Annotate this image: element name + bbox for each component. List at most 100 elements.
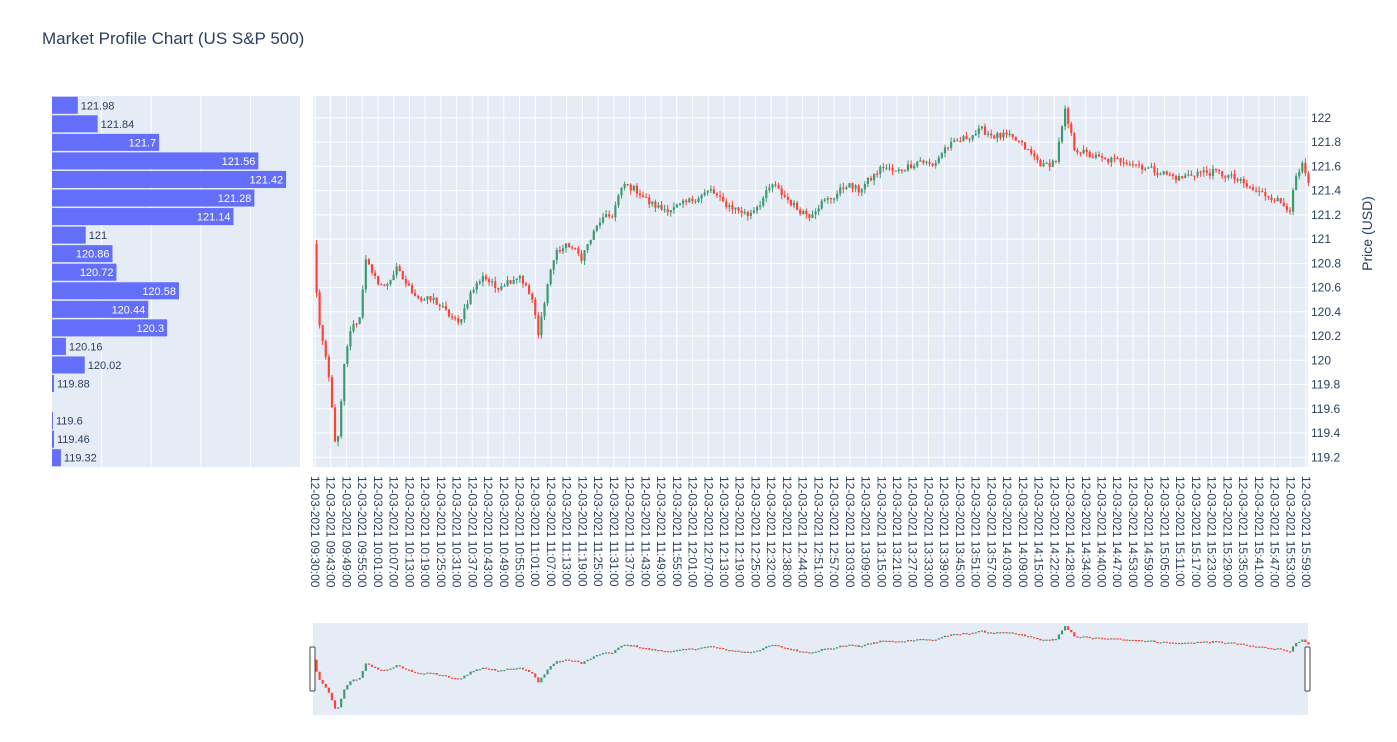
candle-body <box>937 157 940 163</box>
candle-body <box>1279 198 1282 203</box>
candle-body <box>638 193 642 196</box>
x-tick-label: 12-03-2021 12:51:00 <box>811 476 825 588</box>
candle-body <box>675 204 679 208</box>
candle-body <box>1168 174 1171 176</box>
candle-body <box>777 185 780 189</box>
candle-body <box>839 187 842 194</box>
range-mini-candle <box>762 648 765 651</box>
range-mini-candle <box>561 660 565 662</box>
x-tick-label: 12-03-2021 13:09:00 <box>859 476 873 588</box>
y-tick-label: 121.6 <box>1311 159 1341 173</box>
candle-body <box>851 183 854 189</box>
candle-body <box>1150 166 1153 168</box>
candle-body <box>1128 164 1131 166</box>
range-mini-candle <box>589 658 592 660</box>
candle-body <box>743 211 746 214</box>
candle-body <box>343 363 346 402</box>
range-mini-candle <box>903 641 906 643</box>
candle-body <box>996 133 999 139</box>
profile-bar <box>52 375 54 393</box>
range-mini-candle <box>1088 636 1091 639</box>
range-mini-candle <box>635 645 638 648</box>
candle-body <box>1054 160 1057 162</box>
profile-bar-label: 119.46 <box>57 434 90 446</box>
range-mini-candle <box>1051 639 1054 641</box>
x-tick-label: 12-03-2021 15:53:00 <box>1283 476 1297 588</box>
range-mini-candle <box>327 687 330 693</box>
range-mini-candle <box>395 665 398 668</box>
y-tick-label: 119.4 <box>1311 426 1340 440</box>
candle <box>315 239 318 298</box>
range-mini-candle <box>595 655 598 657</box>
range-mini-candle <box>805 651 808 653</box>
candle-body <box>648 197 651 205</box>
x-tick-label: 12-03-2021 13:03:00 <box>843 476 857 588</box>
candle-body <box>1248 186 1252 188</box>
candle-body <box>913 165 916 169</box>
range-mini-candle <box>401 666 404 669</box>
range-slider[interactable] <box>309 623 1311 715</box>
range-mini-candle <box>1156 642 1159 644</box>
profile-bar-label: 121.14 <box>197 212 231 224</box>
candle-body <box>842 187 845 189</box>
candle-body <box>503 285 506 287</box>
candle-body <box>568 243 571 248</box>
candle-body <box>552 260 555 270</box>
candle-body <box>940 153 943 158</box>
candle-body <box>1144 168 1147 170</box>
candle-body <box>943 147 947 154</box>
range-mini-candle <box>383 669 386 672</box>
x-tick-label: 12-03-2021 11:31:00 <box>607 476 621 587</box>
range-mini-candle <box>324 683 327 688</box>
candle-body <box>1159 174 1162 176</box>
range-mini-candle <box>549 666 552 670</box>
candle-body <box>361 289 364 318</box>
range-mini-candle <box>1245 644 1248 646</box>
range-mini-candle <box>564 659 568 661</box>
candle-body <box>752 210 756 213</box>
candle-body <box>620 187 623 196</box>
range-mini-candle <box>1107 638 1110 640</box>
y-tick-label: 119.2 <box>1311 450 1340 464</box>
profile-bar-label: 121.56 <box>222 156 256 168</box>
x-tick-label: 12-03-2021 12:44:00 <box>796 476 810 588</box>
candle-body <box>574 248 577 250</box>
range-handle-left[interactable] <box>309 646 316 692</box>
candle-body <box>447 309 451 317</box>
range-mini-candle <box>1036 637 1039 640</box>
range-mini-candle <box>666 651 669 653</box>
range-mini-candle <box>1057 634 1061 640</box>
range-mini-candle <box>783 647 786 649</box>
candle-body <box>410 285 414 293</box>
range-handle-right[interactable] <box>1304 646 1311 692</box>
range-mini-candle <box>777 645 780 647</box>
candle-body <box>1125 162 1128 165</box>
candle <box>549 268 552 287</box>
candle-body <box>1288 210 1292 212</box>
candle-body <box>324 341 327 357</box>
range-mini-candle <box>497 670 500 672</box>
range-mini-candle <box>1097 637 1101 639</box>
candle-body <box>669 210 672 213</box>
candle-body <box>931 163 934 166</box>
candle-body <box>968 139 971 141</box>
y-tick-label: 120.4 <box>1311 305 1341 319</box>
candle-body <box>1251 187 1255 191</box>
range-mini-candle <box>842 645 845 647</box>
candle-body <box>1134 164 1138 166</box>
range-mini-candle <box>663 651 666 653</box>
range-mini-candle <box>617 647 620 651</box>
candle-body <box>380 284 383 286</box>
range-mini-candle <box>1224 642 1227 645</box>
range-mini-candle <box>364 663 367 671</box>
range-mini-candle <box>518 667 521 669</box>
range-mini-candle <box>796 649 799 652</box>
candle-body <box>1221 171 1224 177</box>
range-mini-candle <box>1020 634 1024 636</box>
x-tick-label: 12-03-2021 12:32:00 <box>764 476 778 588</box>
range-mini-candle <box>1181 642 1184 645</box>
candle-plot-background <box>313 96 1308 467</box>
candle-body <box>1307 173 1310 183</box>
profile-bar <box>52 96 78 114</box>
candle-body <box>635 185 638 194</box>
